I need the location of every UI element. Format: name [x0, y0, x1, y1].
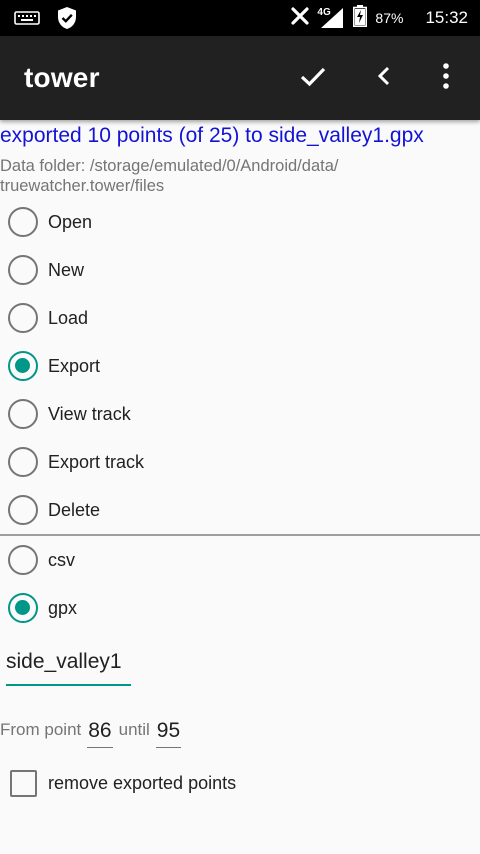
radio-button-selected[interactable]: [8, 351, 38, 381]
battery-percent: 87%: [375, 10, 404, 26]
network-type-label: 4G: [317, 7, 331, 18]
until-point-input[interactable]: 95: [155, 719, 182, 748]
radio-label: New: [48, 259, 85, 280]
more-vert-icon: [441, 62, 451, 95]
radio-export-track[interactable]: Export track: [8, 442, 144, 482]
radio-load[interactable]: Load: [8, 298, 88, 338]
until-label: until: [118, 720, 150, 739]
radio-button[interactable]: [8, 255, 38, 285]
radio-label: Load: [48, 307, 89, 328]
checkbox-label: remove exported points: [48, 772, 237, 793]
export-status-message: exported 10 points (of 25) to side_valle…: [0, 124, 424, 147]
no-sim-icon: [289, 6, 311, 30]
app-title: tower: [24, 62, 100, 93]
radio-label: View track: [48, 403, 131, 424]
section-divider: [0, 534, 480, 536]
filename-field[interactable]: [6, 648, 131, 686]
shield-icon: [56, 6, 78, 35]
radio-label: Export: [48, 355, 101, 376]
radio-label: gpx: [48, 597, 78, 618]
radio-export[interactable]: Export: [8, 346, 100, 386]
radio-button[interactable]: [8, 399, 38, 429]
app-bar: tower: [0, 36, 480, 120]
radio-button[interactable]: [8, 303, 38, 333]
radio-button[interactable]: [8, 495, 38, 525]
radio-button-selected[interactable]: [8, 593, 38, 623]
status-bar: 4G 87% 15:32: [0, 0, 480, 36]
radio-button[interactable]: [8, 545, 38, 575]
radio-label: Open: [48, 211, 93, 232]
keyboard-icon: [14, 9, 40, 32]
back-icon: [374, 64, 394, 93]
data-folder-path: Data folder: /storage/emulated/0/Android…: [0, 157, 339, 195]
confirm-button[interactable]: [295, 60, 331, 96]
radio-format-csv[interactable]: csv: [8, 540, 75, 580]
radio-open[interactable]: Open: [8, 202, 92, 242]
signal-4g-icon: 4G: [317, 6, 345, 30]
status-bar-left: [14, 6, 78, 35]
filename-input[interactable]: [6, 648, 131, 674]
status-bar-right: 4G 87% 15:32: [289, 0, 468, 36]
remove-exported-checkbox[interactable]: [10, 769, 37, 797]
point-range: From point 86 until 95: [0, 712, 187, 748]
radio-label: csv: [48, 549, 75, 570]
clock: 15:32: [425, 8, 468, 27]
from-point-label: From point: [0, 720, 82, 739]
overflow-menu-button[interactable]: [428, 60, 464, 96]
radio-button[interactable]: [8, 447, 38, 477]
radio-label: Delete: [48, 499, 101, 520]
battery-charging-icon: [353, 5, 368, 31]
radio-view-track[interactable]: View track: [8, 394, 131, 434]
radio-button[interactable]: [8, 207, 38, 237]
radio-label: Export track: [48, 451, 145, 472]
remove-exported-points-option[interactable]: remove exported points: [10, 768, 236, 798]
radio-delete[interactable]: Delete: [8, 490, 100, 530]
radio-new[interactable]: New: [8, 250, 84, 290]
radio-format-gpx[interactable]: gpx: [8, 588, 77, 628]
check-icon: [297, 60, 329, 97]
from-point-input[interactable]: 86: [87, 719, 113, 748]
back-button[interactable]: [366, 60, 402, 96]
